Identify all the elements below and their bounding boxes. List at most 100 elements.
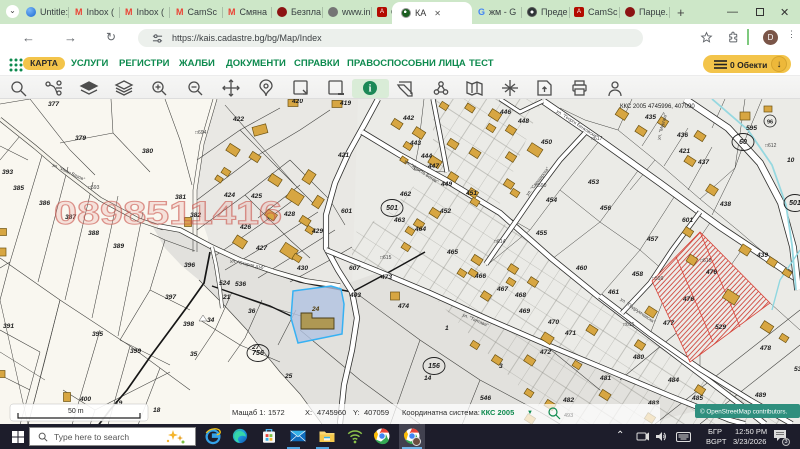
svg-text:451: 451 — [465, 190, 477, 197]
svg-text:34: 34 — [207, 317, 215, 324]
svg-text:461: 461 — [607, 289, 619, 296]
svg-text:469: 469 — [518, 308, 530, 315]
svg-text:24: 24 — [311, 306, 320, 313]
svg-text:400: 400 — [79, 396, 91, 403]
svg-text:50 m: 50 m — [68, 408, 84, 415]
svg-text:485: 485 — [691, 395, 703, 402]
svg-text:Координатна система:: Координатна система: — [402, 408, 480, 417]
svg-text:36: 36 — [248, 308, 256, 315]
svg-text:□615: □615 — [623, 322, 635, 328]
svg-text:430: 430 — [296, 265, 308, 272]
svg-text:501: 501 — [386, 205, 398, 212]
svg-text:ККС 2005: ККС 2005 — [481, 408, 514, 417]
svg-text:601: 601 — [341, 208, 352, 215]
svg-text:60: 60 — [739, 139, 747, 146]
svg-text:467: 467 — [496, 286, 508, 293]
svg-text:18: 18 — [153, 407, 161, 414]
svg-text:601: 601 — [682, 217, 693, 224]
svg-text:493: 493 — [564, 413, 573, 419]
svg-text:438: 438 — [719, 201, 731, 208]
svg-text:607: 607 — [349, 265, 360, 272]
svg-text:463: 463 — [393, 217, 405, 224]
svg-text:□694: □694 — [195, 130, 207, 136]
svg-text:403: 403 — [349, 292, 361, 299]
svg-text:480: 480 — [632, 354, 644, 361]
svg-text:Y:: Y: — [353, 408, 360, 417]
svg-text:536: 536 — [235, 281, 246, 288]
svg-text:420: 420 — [291, 99, 303, 105]
svg-text:21: 21 — [222, 294, 231, 301]
svg-text:595: 595 — [746, 125, 757, 132]
svg-text:385: 385 — [13, 185, 24, 192]
svg-text:472: 472 — [539, 349, 551, 356]
svg-text:407059: 407059 — [364, 408, 389, 417]
svg-text:419: 419 — [339, 100, 351, 107]
svg-text:0898511416: 0898511416 — [54, 195, 282, 231]
svg-text:427: 427 — [255, 245, 267, 252]
svg-text:393: 393 — [2, 169, 13, 176]
svg-text:391: 391 — [3, 323, 14, 330]
svg-text:25: 25 — [284, 373, 293, 380]
svg-text:156: 156 — [428, 363, 440, 370]
svg-text:379: 379 — [75, 135, 86, 142]
svg-text:4745960: 4745960 — [317, 408, 346, 417]
svg-text:398: 398 — [183, 321, 194, 328]
svg-text:3: 3 — [499, 363, 503, 370]
svg-text:386: 386 — [39, 200, 50, 207]
svg-text:756: 756 — [252, 350, 264, 357]
svg-text:□593: □593 — [88, 185, 100, 191]
svg-text:436: 436 — [676, 132, 688, 139]
svg-text:468: 468 — [514, 292, 526, 299]
svg-text:466: 466 — [474, 273, 486, 280]
svg-text:448: 448 — [517, 118, 529, 125]
svg-text:446: 446 — [499, 109, 511, 116]
svg-text:□599: □599 — [652, 276, 664, 282]
svg-text:□615: □615 — [380, 255, 392, 261]
svg-text:395: 395 — [92, 331, 103, 338]
svg-text:501: 501 — [789, 200, 800, 207]
svg-text:397: 397 — [165, 294, 176, 301]
svg-text:▼: ▼ — [527, 410, 533, 416]
svg-text:421: 421 — [337, 152, 349, 159]
svg-text:428: 428 — [283, 211, 295, 218]
svg-text:429: 429 — [311, 228, 323, 235]
svg-text:96: 96 — [767, 120, 773, 126]
svg-text:454: 454 — [545, 197, 557, 204]
svg-text:14: 14 — [424, 375, 432, 382]
svg-text:35: 35 — [190, 351, 198, 358]
svg-text:456: 456 — [599, 205, 611, 212]
svg-text:529: 529 — [715, 324, 726, 331]
svg-text:□614: □614 — [494, 239, 506, 245]
svg-text:447: 447 — [427, 163, 439, 170]
svg-text:389: 389 — [113, 243, 124, 250]
svg-text:435: 435 — [644, 114, 656, 121]
svg-text:473: 473 — [380, 274, 392, 281]
svg-text:X:: X: — [305, 408, 312, 417]
svg-text:388: 388 — [88, 230, 99, 237]
svg-text:1572: 1572 — [268, 408, 285, 417]
svg-text:455: 455 — [535, 230, 547, 237]
svg-text:439: 439 — [756, 252, 768, 259]
svg-text:453: 453 — [587, 179, 599, 186]
svg-text:□612: □612 — [765, 143, 777, 149]
svg-text:444: 444 — [420, 153, 432, 160]
svg-text:437: 437 — [697, 159, 709, 166]
svg-text:524: 524 — [219, 280, 230, 287]
svg-text:450: 450 — [540, 139, 552, 146]
svg-text:422: 422 — [232, 116, 244, 123]
svg-text:i: i — [369, 84, 372, 95]
svg-text:476: 476 — [682, 296, 694, 303]
svg-text:471: 471 — [564, 330, 576, 337]
svg-text:481: 481 — [599, 375, 611, 382]
svg-text:489: 489 — [754, 392, 766, 399]
svg-text:ККС 2005 4745996, 407090: ККС 2005 4745996, 407090 — [620, 104, 695, 110]
svg-text:462: 462 — [399, 191, 411, 198]
svg-text:1: 1 — [445, 325, 449, 332]
svg-text:377: 377 — [48, 101, 59, 108]
svg-text:© OpenStreetMap contributor: © OpenStreetMap contributors. — [700, 408, 787, 416]
svg-text:465: 465 — [446, 249, 458, 256]
svg-text:399: 399 — [130, 348, 141, 355]
svg-text:530: 530 — [794, 366, 800, 373]
svg-text:482: 482 — [562, 397, 574, 404]
svg-text:478: 478 — [759, 345, 771, 352]
